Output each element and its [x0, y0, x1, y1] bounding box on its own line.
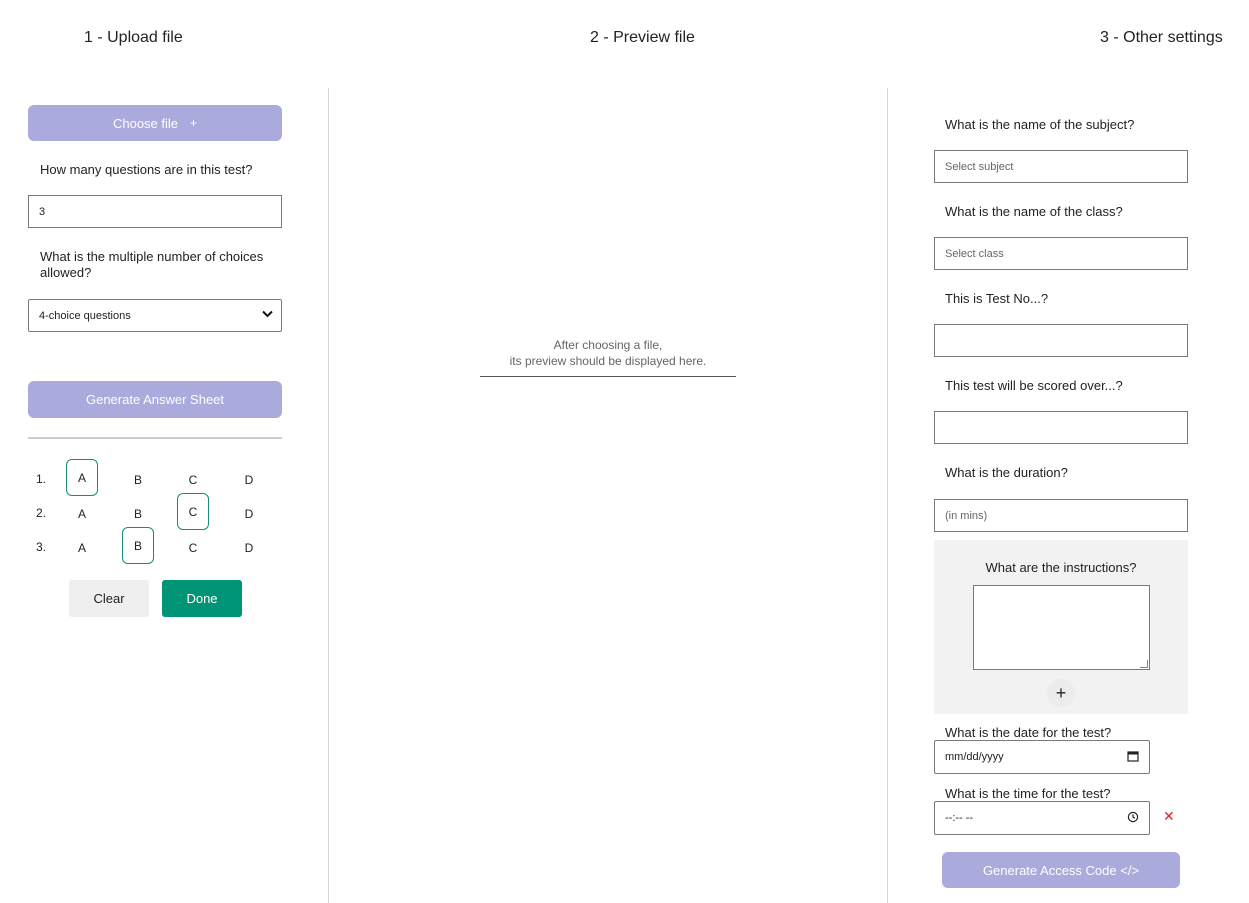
- class-label: What is the name of the class?: [945, 204, 1123, 219]
- question-number: 2.: [36, 506, 47, 520]
- duration-label: What is the duration?: [945, 465, 1068, 480]
- column-divider: [328, 88, 329, 903]
- clock-icon[interactable]: [1127, 811, 1139, 826]
- date-label: What is the date for the test?: [945, 725, 1112, 740]
- done-button[interactable]: Done: [162, 580, 242, 617]
- option-d[interactable]: D: [233, 529, 265, 566]
- plus-icon: +: [1055, 682, 1067, 703]
- time-label: What is the time for the test?: [945, 786, 1111, 801]
- score-label: This test will be scored over...?: [945, 378, 1123, 393]
- option-b[interactable]: B: [122, 461, 154, 498]
- option-a[interactable]: A: [66, 529, 98, 566]
- preview-hint-line: its preview should be displayed here.: [509, 354, 707, 368]
- step-title-upload: 1 - Upload file: [84, 29, 183, 46]
- date-input[interactable]: mm/dd/yyyy: [934, 740, 1150, 774]
- test-number-input[interactable]: [934, 324, 1188, 357]
- question-count-value: 3: [39, 205, 46, 218]
- time-placeholder: --:-- --: [945, 812, 974, 824]
- question-number: 1.: [36, 472, 47, 486]
- test-number-label: This is Test No...?: [945, 291, 1049, 306]
- subject-input[interactable]: Select subject: [934, 150, 1188, 183]
- duration-placeholder: (in mins): [945, 509, 988, 522]
- option-a[interactable]: A: [66, 459, 98, 496]
- option-b[interactable]: B: [122, 527, 154, 564]
- preview-placeholder: After choosing a file, its preview shoul…: [480, 337, 736, 377]
- preview-hint-line: After choosing a file,: [553, 338, 663, 352]
- instructions-label: What are the instructions?: [985, 560, 1137, 575]
- option-c[interactable]: C: [177, 493, 209, 530]
- close-icon[interactable]: ✕: [1163, 808, 1175, 825]
- option-a[interactable]: A: [66, 495, 98, 532]
- option-d[interactable]: D: [233, 461, 265, 498]
- generate-answer-sheet-button[interactable]: Generate Answer Sheet: [28, 381, 282, 418]
- subject-label: What is the name of the subject?: [945, 117, 1135, 132]
- time-input[interactable]: --:-- --: [934, 801, 1150, 835]
- duration-input[interactable]: (in mins): [934, 499, 1188, 532]
- class-input[interactable]: Select class: [934, 237, 1188, 270]
- generate-access-code-button[interactable]: Generate Access Code </>: [942, 852, 1180, 888]
- choices-selected-value: 4-choice questions: [39, 309, 131, 322]
- choose-file-button[interactable]: Choose file +: [28, 105, 282, 141]
- class-placeholder: Select class: [945, 247, 1004, 260]
- choices-label: What is the multiple number of choices a…: [40, 249, 264, 280]
- step-title-settings: 3 - Other settings: [1100, 29, 1223, 46]
- plus-icon: +: [190, 116, 198, 130]
- add-instruction-button[interactable]: +: [1047, 679, 1075, 707]
- question-count-input[interactable]: 3: [28, 195, 282, 228]
- instructions-textarea[interactable]: [973, 585, 1150, 670]
- calendar-icon[interactable]: [1127, 750, 1139, 765]
- question-count-label: How many questions are in this test?: [40, 162, 253, 177]
- score-input[interactable]: [934, 411, 1188, 444]
- date-placeholder: mm/dd/yyyy: [945, 751, 1004, 763]
- option-d[interactable]: D: [233, 495, 265, 532]
- instructions-panel: What are the instructions? +: [934, 540, 1188, 714]
- choose-file-label: Choose file: [112, 115, 179, 131]
- choices-select[interactable]: 4-choice questions: [28, 299, 282, 332]
- chevron-down-icon: [262, 310, 273, 321]
- divider: [28, 437, 282, 439]
- column-divider: [887, 88, 888, 903]
- subject-placeholder: Select subject: [945, 160, 1014, 173]
- resize-handle[interactable]: [1140, 660, 1148, 668]
- clear-button[interactable]: Clear: [69, 580, 149, 617]
- option-c[interactable]: C: [177, 529, 209, 566]
- step-title-preview: 2 - Preview file: [590, 29, 695, 46]
- question-number: 3.: [36, 540, 47, 554]
